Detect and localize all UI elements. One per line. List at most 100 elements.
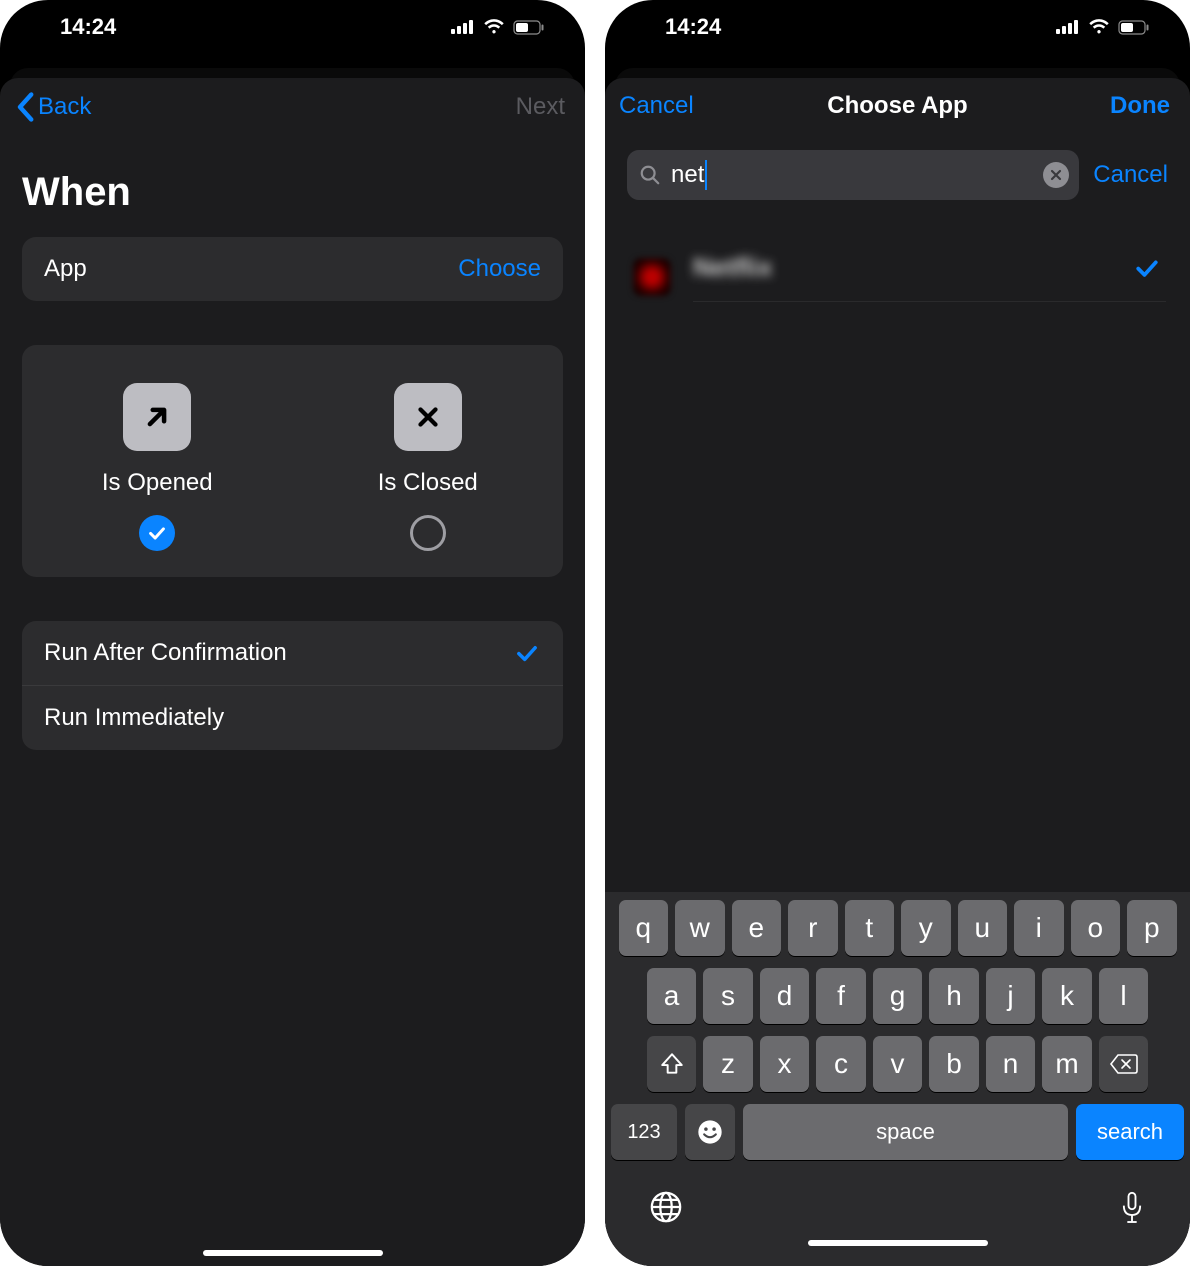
keyboard-row-3: z x c v b n m (611, 1036, 1184, 1092)
back-button[interactable]: Back (14, 92, 91, 122)
chevron-left-icon (14, 92, 36, 122)
choose-action: Choose (458, 255, 541, 283)
key-numeric[interactable]: 123 (611, 1104, 677, 1160)
key-z[interactable]: z (703, 1036, 753, 1092)
cellular-icon (451, 20, 475, 34)
key-h[interactable]: h (929, 968, 979, 1024)
content-area: When App Choose Is Opened (0, 132, 585, 1244)
key-x[interactable]: x (760, 1036, 810, 1092)
battery-icon (513, 20, 545, 35)
navbar: Back Next (0, 78, 585, 132)
key-space[interactable]: space (743, 1104, 1068, 1160)
phone-screen-automation-config: 14:24 Back Next When App Choose (0, 0, 585, 1266)
key-v[interactable]: v (873, 1036, 923, 1092)
key-w[interactable]: w (675, 900, 725, 956)
app-row[interactable]: App Choose (22, 237, 563, 301)
option-is-opened[interactable]: Is Opened (22, 383, 293, 551)
key-n[interactable]: n (986, 1036, 1036, 1092)
run-options-card: Run After Confirmation Run Immediately (22, 621, 563, 750)
status-bar: 14:24 (0, 0, 585, 54)
opened-radio-checked (139, 515, 175, 551)
key-g[interactable]: g (873, 968, 923, 1024)
key-s[interactable]: s (703, 968, 753, 1024)
key-e[interactable]: e (732, 900, 782, 956)
search-value: net (671, 161, 704, 189)
text-caret (705, 160, 707, 190)
battery-icon (1118, 20, 1150, 35)
section-title: When (22, 142, 563, 237)
key-j[interactable]: j (986, 968, 1036, 1024)
key-r[interactable]: r (788, 900, 838, 956)
keyboard-row-1: q w e r t y u i o p (611, 900, 1184, 956)
key-p[interactable]: p (1127, 900, 1177, 956)
check-icon (513, 639, 541, 667)
status-time: 14:24 (60, 14, 116, 40)
x-icon (413, 402, 443, 432)
open-close-picker: Is Opened Is Closed (22, 345, 563, 577)
key-backspace[interactable] (1099, 1036, 1149, 1092)
key-o[interactable]: o (1071, 900, 1121, 956)
closed-label: Is Closed (378, 469, 478, 497)
wifi-icon (1088, 19, 1110, 35)
navbar: Cancel Choose App Done (605, 78, 1190, 130)
backspace-icon (1109, 1053, 1139, 1075)
results-list: Netflix (605, 252, 1190, 318)
key-m[interactable]: m (1042, 1036, 1092, 1092)
key-search[interactable]: search (1076, 1104, 1184, 1160)
keyboard-row-2: a s d f g h j k l (611, 968, 1184, 1024)
key-d[interactable]: d (760, 968, 810, 1024)
opened-icon-tile (123, 383, 191, 451)
run-immediate-label: Run Immediately (44, 704, 224, 732)
key-u[interactable]: u (958, 900, 1008, 956)
done-button[interactable]: Done (1110, 92, 1170, 120)
run-immediately-row[interactable]: Run Immediately (22, 685, 563, 750)
next-button[interactable]: Next (516, 93, 565, 121)
cancel-button[interactable]: Cancel (619, 92, 694, 120)
clear-search-button[interactable] (1043, 162, 1069, 188)
wifi-icon (483, 19, 505, 35)
keyboard-row-4: 123 space search (611, 1104, 1184, 1160)
key-a[interactable]: a (647, 968, 697, 1024)
key-shift[interactable] (647, 1036, 697, 1092)
keyboard-bottom-row (611, 1172, 1184, 1234)
mic-icon[interactable] (1118, 1190, 1146, 1226)
check-icon (146, 522, 168, 544)
key-b[interactable]: b (929, 1036, 979, 1092)
key-emoji[interactable] (685, 1104, 735, 1160)
status-time: 14:24 (665, 14, 721, 40)
key-k[interactable]: k (1042, 968, 1092, 1024)
key-t[interactable]: t (845, 900, 895, 956)
home-indicator[interactable] (203, 1250, 383, 1256)
key-q[interactable]: q (619, 900, 669, 956)
closed-radio-unchecked (410, 515, 446, 551)
key-f[interactable]: f (816, 968, 866, 1024)
app-row-card: App Choose (22, 237, 563, 301)
globe-icon[interactable] (649, 1190, 683, 1224)
emoji-icon (696, 1118, 724, 1146)
closed-icon-tile (394, 383, 462, 451)
search-cancel-button[interactable]: Cancel (1093, 161, 1168, 189)
run-confirm-label: Run After Confirmation (44, 639, 287, 667)
app-name: Netflix (693, 252, 1132, 283)
arrow-up-right-icon (140, 400, 174, 434)
search-bar: net Cancel (605, 150, 1190, 200)
result-row[interactable]: Netflix (605, 252, 1190, 318)
check-icon (1132, 253, 1162, 283)
home-indicator[interactable] (808, 1240, 988, 1246)
status-bar: 14:24 (605, 0, 1190, 54)
search-icon (639, 164, 661, 186)
search-field[interactable]: net (627, 150, 1079, 200)
option-is-closed[interactable]: Is Closed (293, 383, 564, 551)
key-i[interactable]: i (1014, 900, 1064, 956)
search-input[interactable]: net (671, 160, 1033, 190)
opened-label: Is Opened (102, 469, 213, 497)
key-y[interactable]: y (901, 900, 951, 956)
run-after-confirmation-row[interactable]: Run After Confirmation (22, 621, 563, 685)
app-label: App (44, 255, 87, 283)
back-label: Back (38, 93, 91, 121)
app-icon (633, 258, 671, 296)
key-c[interactable]: c (816, 1036, 866, 1092)
key-l[interactable]: l (1099, 968, 1149, 1024)
shift-icon (659, 1051, 685, 1077)
config-sheet: Back Next When App Choose Is Opened (0, 78, 585, 1266)
